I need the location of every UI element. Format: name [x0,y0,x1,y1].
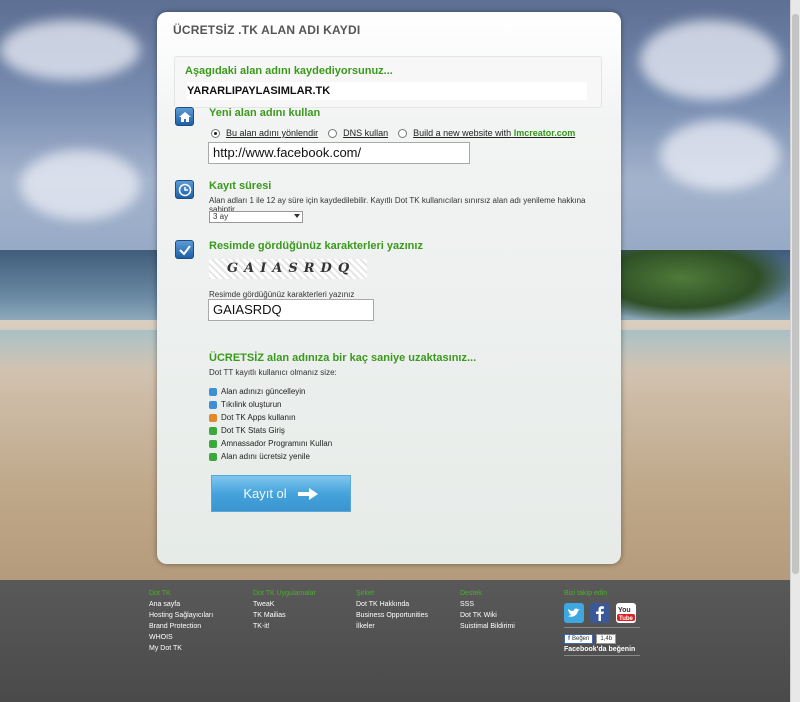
footer-link[interactable]: Hosting Sağlayıcıları [149,612,213,619]
period-section-title: Kayıt süresi [209,180,272,192]
stats-icon [209,426,217,435]
link-icon [209,400,217,409]
build-radio[interactable] [398,128,408,138]
footer-link[interactable]: TK Mailias [253,612,316,619]
footer-link[interactable]: Ana sayfa [149,601,213,608]
footer-col-support: Destek SSS Dot TK Wiki Suistimal Bildiri… [460,590,515,634]
footer-heading: Şirket [356,590,374,597]
benefits-list: Alan adınızı güncelleyin Tıkılink oluştu… [209,385,332,463]
footer-link[interactable]: Dot TK Wiki [460,612,515,619]
svg-text:You: You [618,607,631,614]
update-icon [209,387,217,396]
period-select[interactable]: 3 ay [209,211,303,223]
facebook-like-text[interactable]: Facebook'da beğenin [564,646,640,656]
domain-intro: Aşagıdaki alan adını kaydediyorsunuz... [185,65,393,77]
arrow-right-icon [297,487,318,500]
footer-link[interactable]: Brand Protection [149,623,213,630]
facebook-small-icon: f [568,636,570,642]
social-section: Bizi takip edin You Tube f Beğen 1,4b Face… [564,590,640,656]
panel-title: ÜCRETSİZ .TK ALAN ADI KAYDI [173,23,361,37]
dns-option-label[interactable]: DNS kullan [343,128,388,138]
offer-subtitle: Dot TT kayıtlı kullanıcı olmanız size: [209,368,337,377]
period-select-value: 3 ay [213,212,229,221]
registration-panel: ÜCRETSİZ .TK ALAN ADI KAYDI Aşagıdaki al… [157,12,621,564]
list-item: Alan adını ücretsiz yenile [209,450,332,463]
footer-link[interactable]: SSS [460,601,515,608]
usage-options: Bu alan adını yönlendir DNS kullan Build… [211,126,585,140]
like-button[interactable]: f Beğen [564,634,594,644]
list-item: Amnassador Programını Kullan [209,437,332,450]
footer-heading: Dot TK [149,590,171,597]
list-item: Alan adınızı güncelleyin [209,385,332,398]
checkmark-icon [175,240,194,259]
footer-link[interactable]: My Dot TK [149,645,213,652]
shield-icon [209,439,217,448]
dns-radio[interactable] [328,128,338,138]
footer-heading: Dot TK Uygulamalar [253,590,316,597]
facebook-icon[interactable] [590,603,610,623]
home-icon [175,107,194,126]
footer-link[interactable]: WHOIS [149,634,213,641]
footer-link[interactable]: Business Opportunities [356,612,428,619]
redirect-radio[interactable] [211,128,220,138]
register-button-label: Kayıt ol [243,486,287,501]
list-item: Tıkılink oluşturun [209,398,332,411]
like-count: 1,4b [596,634,617,644]
offer-title: ÜCRETSİZ alan adınıza bir kaç saniye uza… [209,352,477,364]
footer-col-company: Şirket Dot TK Hakkında Business Opportun… [356,590,428,634]
list-item: Dot TK Apps kullanın [209,411,332,424]
footer-link[interactable]: İlkeler [356,623,428,630]
imcreator-link[interactable]: Imcreator.com [514,128,576,138]
twitter-icon[interactable] [564,603,584,623]
youtube-icon[interactable]: You Tube [616,603,636,623]
redirect-option-label[interactable]: Bu alan adını yönlendir [226,128,318,138]
footer-heading: Destek [460,590,482,597]
use-section-title: Yeni alan adını kullan [209,107,321,119]
footer-link[interactable]: TweaK [253,601,316,608]
footer-col-dottk: Dot TK Ana sayfa Hosting Sağlayıcıları B… [149,590,213,656]
social-icons: You Tube [564,603,640,628]
facebook-like-widget: f Beğen 1,4b [564,634,640,644]
svg-text:Tube: Tube [619,616,634,622]
chevron-down-icon [294,214,300,218]
captcha-section-title: Resimde gördüğünüz karakterleri yazınız [209,240,423,252]
forward-url-input[interactable]: http://www.facebook.com/ [208,142,470,164]
footer-link[interactable]: Suistimal Bildirimi [460,623,515,630]
footer-col-apps: Dot TK Uygulamalar TweaK TK Mailias TK-i… [253,590,316,634]
register-button[interactable]: Kayıt ol [211,475,351,512]
captcha-input-label: Resimde gördüğünüz karakterleri yazınız [209,290,355,299]
domain-box: Aşagıdaki alan adını kaydediyorsunuz... … [174,56,602,108]
social-heading: Bizi takip edin [564,590,608,597]
page-scrollbar[interactable] [790,0,800,702]
captcha-image: GAIASRDQ [209,259,367,279]
build-option-label[interactable]: Build a new website with Imcreator.com [413,128,575,138]
clock-icon [175,180,194,199]
footer-link[interactable]: TK-it! [253,623,316,630]
plus-icon [209,452,217,461]
domain-name: YARARLIPAYLASIMLAR.TK [187,82,587,100]
apps-icon [209,413,217,422]
list-item: Dot TK Stats Giriş [209,424,332,437]
captcha-input[interactable]: GAIASRDQ [208,299,374,321]
footer: Dot TK Ana sayfa Hosting Sağlayıcıları B… [0,580,790,702]
footer-link[interactable]: Dot TK Hakkında [356,601,428,608]
